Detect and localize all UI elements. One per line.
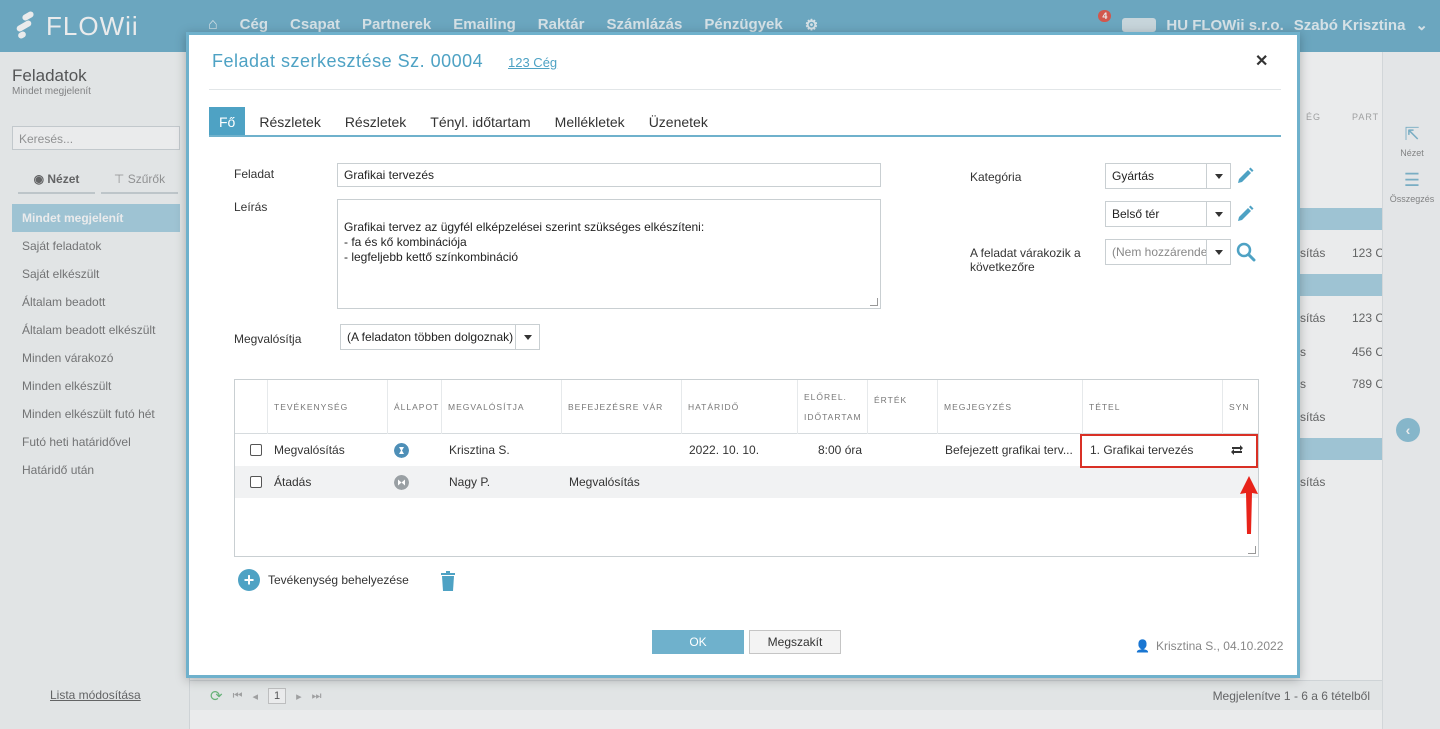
- grid-header-checkbox: [235, 380, 268, 434]
- add-activity-button[interactable]: + Tevékenység behelyezése: [238, 569, 409, 591]
- chevron-down-icon: [515, 325, 539, 349]
- activity-grid: TEVÉKENYSÉG ÁLLAPOT MEGVALÓSÍTJA BEFEJEZ…: [234, 379, 1259, 557]
- performer-select[interactable]: (A feladaton többen dolgoznak): [340, 324, 540, 350]
- company-link[interactable]: 123 Cég: [508, 55, 557, 70]
- tab-attachments[interactable]: Mellékletek: [545, 107, 635, 135]
- trash-icon[interactable]: [440, 571, 456, 591]
- cell-deadline: 2022. 10. 10.: [689, 443, 760, 457]
- table-row[interactable]: Átadás Nagy P. Megvalósítás: [235, 466, 1258, 498]
- header-status[interactable]: ÁLLAPOT: [388, 380, 442, 434]
- performer-label: Megvalósítja: [234, 332, 302, 346]
- cell-activity: Átadás: [274, 475, 312, 489]
- tab-messages[interactable]: Üzenetek: [639, 107, 718, 135]
- waits-for-select[interactable]: (Nem hozzárendelt): [1105, 239, 1231, 265]
- chevron-down-icon: [1206, 164, 1230, 188]
- tab-main[interactable]: Fő: [209, 107, 246, 135]
- tab-details-1[interactable]: Részletek: [249, 107, 330, 135]
- subcategory-select[interactable]: Belső tér: [1105, 201, 1231, 227]
- waits-for-value: (Nem hozzárendelt): [1112, 245, 1218, 259]
- header-note[interactable]: MEGJEGYZÉS: [938, 380, 1083, 434]
- header-item[interactable]: TÉTEL: [1083, 380, 1223, 434]
- cell-performer: Krisztina S.: [449, 443, 510, 457]
- cell-activity: Megvalósítás: [274, 443, 345, 457]
- tab-actual-duration[interactable]: Tényl. időtartam: [420, 107, 540, 135]
- task-label: Feladat: [234, 167, 275, 181]
- cell-note: Befejezett grafikai terv...: [945, 443, 1073, 457]
- modal-title: Feladat szerkesztése Sz. 00004: [212, 51, 484, 71]
- resize-handle-icon[interactable]: [1248, 546, 1256, 554]
- category-value: Gyártás: [1112, 169, 1155, 183]
- description-text: Grafikai tervez az ügyfél elképzelései s…: [344, 220, 705, 264]
- chevron-down-icon: [1206, 202, 1230, 226]
- plus-icon: +: [238, 569, 260, 591]
- description-textarea[interactable]: Grafikai tervez az ügyfél elképzelései s…: [337, 199, 881, 309]
- description-label: Leírás: [234, 200, 268, 214]
- highlight-box: [1080, 434, 1258, 468]
- subcategory-value: Belső tér: [1112, 207, 1160, 221]
- close-icon[interactable]: ✕: [1255, 51, 1268, 71]
- edit-category-pencil-icon[interactable]: [1235, 166, 1255, 186]
- category-select[interactable]: Gyártás: [1105, 163, 1231, 189]
- red-arrow-annotation-icon: [1240, 476, 1258, 534]
- chevron-down-icon: [1206, 240, 1230, 264]
- modal-tabs: Fő Részletek Részletek Tényl. időtartam …: [209, 107, 1281, 137]
- header-syn[interactable]: SYN: [1223, 380, 1259, 434]
- cell-duration: 8:00 óra: [818, 443, 863, 457]
- cell-waits: Megvalósítás: [569, 475, 640, 489]
- row-checkbox[interactable]: [250, 476, 262, 488]
- search-icon[interactable]: [1235, 241, 1257, 263]
- divider: [209, 89, 1281, 90]
- header-estimated-duration[interactable]: ELŐREL. IDŐTARTAM: [798, 380, 868, 434]
- performer-value: (A feladaton többen dolgoznak): [347, 330, 514, 344]
- cell-performer: Nagy P.: [449, 475, 491, 489]
- creator-info: 👤 Krisztina S., 04.10.2022: [1135, 639, 1283, 653]
- header-value[interactable]: ÉRTÉK: [868, 380, 938, 434]
- header-performer[interactable]: MEGVALÓSÍTJA: [442, 380, 562, 434]
- row-checkbox[interactable]: [250, 444, 262, 456]
- category-label: Kategória: [970, 170, 1022, 184]
- task-input[interactable]: Grafikai tervezés: [337, 163, 881, 187]
- edit-subcategory-pencil-icon[interactable]: [1235, 204, 1255, 224]
- header-activity[interactable]: TEVÉKENYSÉG: [268, 380, 388, 434]
- resize-handle-icon[interactable]: [870, 298, 878, 306]
- waiting-status-icon: [394, 475, 409, 490]
- waits-for-label: A feladat várakozik a következőre: [970, 246, 1081, 274]
- in-progress-status-icon: [394, 443, 409, 458]
- add-activity-label: Tevékenység behelyezése: [268, 573, 409, 587]
- tab-details-2[interactable]: Részletek: [335, 107, 416, 135]
- add-user-icon: 👤: [1135, 639, 1150, 653]
- edit-task-modal: Feladat szerkesztése Sz. 00004 123 Cég ✕…: [186, 32, 1300, 678]
- creator-text: Krisztina S., 04.10.2022: [1155, 639, 1284, 653]
- cancel-button[interactable]: Megszakít: [749, 630, 841, 654]
- header-waits[interactable]: BEFEJEZÉSRE VÁR: [562, 380, 682, 434]
- header-deadline[interactable]: HATÁRIDŐ: [682, 380, 798, 434]
- grid-header: TEVÉKENYSÉG ÁLLAPOT MEGVALÓSÍTJA BEFEJEZ…: [235, 380, 1258, 434]
- ok-button[interactable]: OK: [652, 630, 744, 654]
